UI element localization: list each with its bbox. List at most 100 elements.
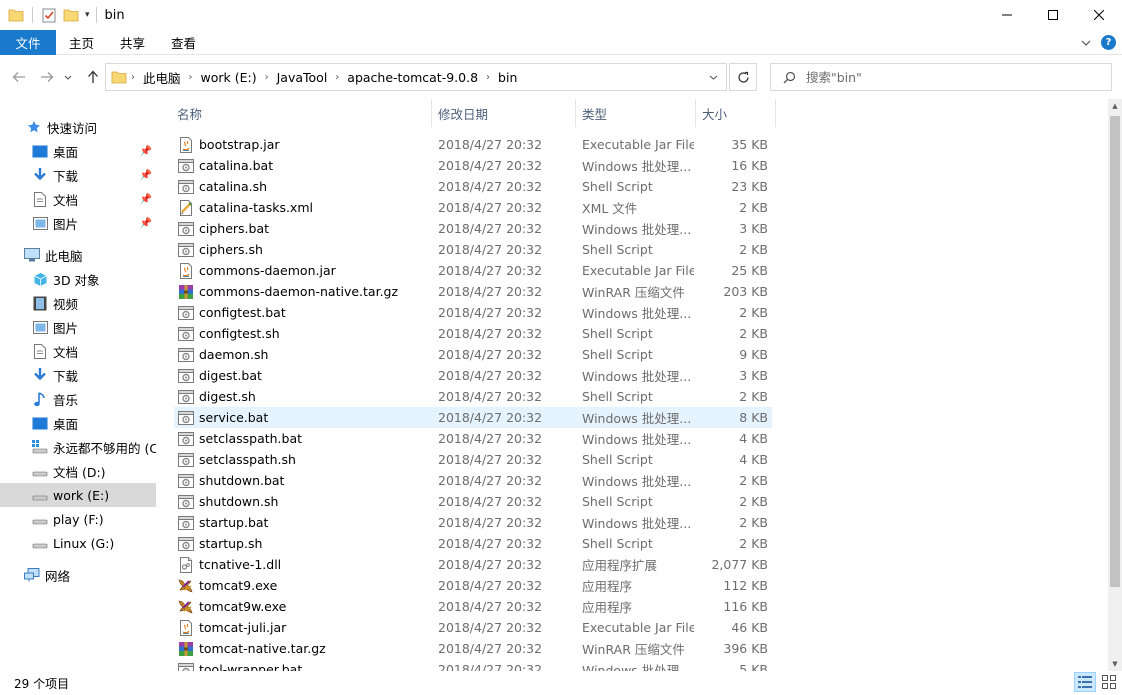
breadcrumb-tomcat[interactable]: apache-tomcat-9.0.8	[343, 70, 482, 85]
sidebar-item-this-pc[interactable]: 此电脑	[0, 243, 156, 267]
table-row[interactable]: shutdown.sh 2018/4/27 20:32 Shell Script 2 …	[174, 491, 772, 512]
table-row[interactable]: commons-daemon.jar 2018/4/27 20:32 Executa…	[174, 260, 772, 281]
table-row[interactable]: tomcat-juli.jar 2018/4/27 20:32 Executable…	[174, 617, 772, 638]
table-row[interactable]: catalina-tasks.xml 2018/4/27 20:32 XML 文件 2…	[174, 197, 772, 218]
table-row[interactable]: setclasspath.bat 2018/4/27 20:32 Windows 批…	[174, 428, 772, 449]
file-name: catalina.bat	[199, 158, 274, 173]
close-button[interactable]	[1076, 0, 1122, 30]
breadcrumb-chevron-icon[interactable]: ›	[482, 72, 494, 83]
table-row[interactable]: tomcat-native.tar.gz 2018/4/27 20:32 WinRA…	[174, 638, 772, 659]
breadcrumb-work-drive[interactable]: work (E:)	[197, 70, 261, 85]
file-date: 2018/4/27 20:32	[438, 347, 543, 362]
refresh-button[interactable]	[729, 63, 757, 91]
sidebar-item-desktop-pc[interactable]: 桌面	[0, 411, 156, 435]
sidebar-item-drive-g[interactable]: Linux (G:)	[0, 531, 156, 555]
sidebar-item-desktop[interactable]: 桌面 📌	[0, 139, 156, 163]
sidebar-item-documents-pc[interactable]: 文档	[0, 339, 156, 363]
sidebar-item-pictures[interactable]: 图片 📌	[0, 211, 156, 235]
minimize-button[interactable]	[984, 0, 1030, 30]
column-header-type[interactable]: 类型	[576, 99, 694, 127]
up-button[interactable]	[82, 66, 104, 88]
file-name: commons-daemon.jar	[199, 263, 336, 278]
table-row[interactable]: tcnative-1.dll 2018/4/27 20:32 应用程序扩展 2,077…	[174, 554, 772, 575]
pin-icon[interactable]: 📌	[140, 218, 152, 229]
sidebar-item-drive-d[interactable]: 文档 (D:)	[0, 459, 156, 483]
file-name-cell: digest.sh	[178, 389, 256, 405]
details-view-button[interactable]	[1074, 672, 1096, 692]
sidebar-item-label: 网络	[45, 568, 71, 584]
bat-icon	[178, 305, 194, 321]
sidebar-item-downloads-pc[interactable]: 下载	[0, 363, 156, 387]
table-row[interactable]: shutdown.bat 2018/4/27 20:32 Windows 批处理..…	[174, 470, 772, 491]
tab-file[interactable]: 文件	[0, 29, 56, 55]
tab-home[interactable]: 主页	[56, 30, 107, 55]
sidebar-item-pictures-pc[interactable]: 图片	[0, 315, 156, 339]
breadcrumb-this-pc[interactable]: 此电脑	[139, 68, 185, 87]
scroll-up-arrow-icon[interactable]: ▲	[1108, 99, 1122, 113]
breadcrumb-chevron-icon[interactable]: ›	[185, 72, 197, 83]
breadcrumb-chevron-icon[interactable]: ›	[127, 72, 139, 83]
table-row[interactable]: tool-wrapper.bat 2018/4/27 20:32 Windows 批…	[174, 659, 772, 671]
file-name-cell: ciphers.bat	[178, 221, 269, 237]
vertical-scrollbar[interactable]: ▲ ▼	[1108, 99, 1122, 671]
table-row[interactable]: configtest.bat 2018/4/27 20:32 Windows 批处理…	[174, 302, 772, 323]
sidebar-item-label: 文档 (D:)	[53, 464, 106, 480]
tab-view[interactable]: 查看	[158, 30, 209, 55]
pin-icon[interactable]: 📌	[140, 170, 152, 181]
table-row[interactable]: setclasspath.sh 2018/4/27 20:32 Shell Scri…	[174, 449, 772, 470]
recent-locations-chevron-icon[interactable]	[61, 66, 75, 88]
search-box[interactable]	[770, 63, 1112, 91]
large-icons-view-button[interactable]	[1098, 672, 1120, 692]
tab-share[interactable]: 共享	[107, 30, 158, 55]
table-row[interactable]: daemon.sh 2018/4/27 20:32 Shell Script 9 KB	[174, 344, 772, 365]
sidebar-item-videos[interactable]: 视频	[0, 291, 156, 315]
column-divider[interactable]	[775, 99, 776, 127]
sidebar-item-network[interactable]: 网络	[0, 563, 156, 587]
table-row[interactable]: configtest.sh 2018/4/27 20:32 Shell Script…	[174, 323, 772, 344]
sidebar-item-drive-c[interactable]: 永远都不够用的 (C:	[0, 435, 156, 459]
column-header-size[interactable]: 大小	[696, 99, 772, 127]
scrollbar-thumb[interactable]	[1110, 116, 1120, 587]
column-header-name[interactable]: 名称	[171, 99, 429, 127]
sidebar-item-drive-e[interactable]: work (E:)	[0, 483, 156, 507]
maximize-button[interactable]	[1030, 0, 1076, 30]
table-row[interactable]: service.bat 2018/4/27 20:32 Windows 批处理...…	[174, 407, 772, 428]
table-row[interactable]: digest.sh 2018/4/27 20:32 Shell Script 2 KB	[174, 386, 772, 407]
sidebar-item-music[interactable]: 音乐	[0, 387, 156, 411]
sidebar-item-drive-f[interactable]: play (F:)	[0, 507, 156, 531]
file-name: tomcat9w.exe	[199, 599, 287, 614]
column-header-date[interactable]: 修改日期	[432, 99, 574, 127]
table-row[interactable]: catalina.sh 2018/4/27 20:32 Shell Script 23…	[174, 176, 772, 197]
search-input[interactable]	[806, 69, 1086, 85]
table-row[interactable]: bootstrap.jar 2018/4/27 20:32 Executable J…	[174, 134, 772, 155]
pin-icon[interactable]: 📌	[140, 194, 152, 205]
table-row[interactable]: startup.bat 2018/4/27 20:32 Windows 批处理...…	[174, 512, 772, 533]
table-row[interactable]: ciphers.sh 2018/4/27 20:32 Shell Script 2 K…	[174, 239, 772, 260]
address-bar[interactable]: › 此电脑 › work (E:) › JavaTool › apache-to…	[105, 63, 727, 91]
sidebar-item-quick-access[interactable]: 快速访问	[0, 115, 156, 139]
expand-ribbon-chevron-icon[interactable]	[1081, 36, 1091, 49]
forward-button[interactable]	[36, 66, 58, 88]
properties-icon[interactable]	[41, 7, 57, 23]
breadcrumb-chevron-icon[interactable]: ›	[261, 72, 273, 83]
address-history-chevron-icon[interactable]	[704, 64, 722, 90]
breadcrumb-chevron-icon[interactable]: ›	[331, 72, 343, 83]
table-row[interactable]: tomcat9.exe 2018/4/27 20:32 应用程序 112 KB	[174, 575, 772, 596]
breadcrumb-bin[interactable]: bin	[494, 70, 521, 85]
customize-toolbar-chevron-icon[interactable]: ▾	[85, 10, 90, 20]
table-row[interactable]: tomcat9w.exe 2018/4/27 20:32 应用程序 116 KB	[174, 596, 772, 617]
table-row[interactable]: catalina.bat 2018/4/27 20:32 Windows 批处理..…	[174, 155, 772, 176]
pin-icon[interactable]: 📌	[140, 146, 152, 157]
sidebar-item-downloads[interactable]: 下载 📌	[0, 163, 156, 187]
back-button[interactable]	[8, 66, 30, 88]
new-folder-icon[interactable]	[63, 7, 79, 23]
scroll-down-arrow-icon[interactable]: ▼	[1108, 657, 1122, 671]
sidebar-item-3d-objects[interactable]: 3D 对象	[0, 267, 156, 291]
table-row[interactable]: commons-daemon-native.tar.gz 2018/4/27 20…	[174, 281, 772, 302]
sidebar-item-documents[interactable]: 文档 📌	[0, 187, 156, 211]
table-row[interactable]: startup.sh 2018/4/27 20:32 Shell Script 2 K…	[174, 533, 772, 554]
table-row[interactable]: ciphers.bat 2018/4/27 20:32 Windows 批处理...…	[174, 218, 772, 239]
breadcrumb-javatool[interactable]: JavaTool	[273, 70, 332, 85]
table-row[interactable]: digest.bat 2018/4/27 20:32 Windows 批处理... 3…	[174, 365, 772, 386]
help-icon[interactable]: ?	[1101, 35, 1116, 50]
